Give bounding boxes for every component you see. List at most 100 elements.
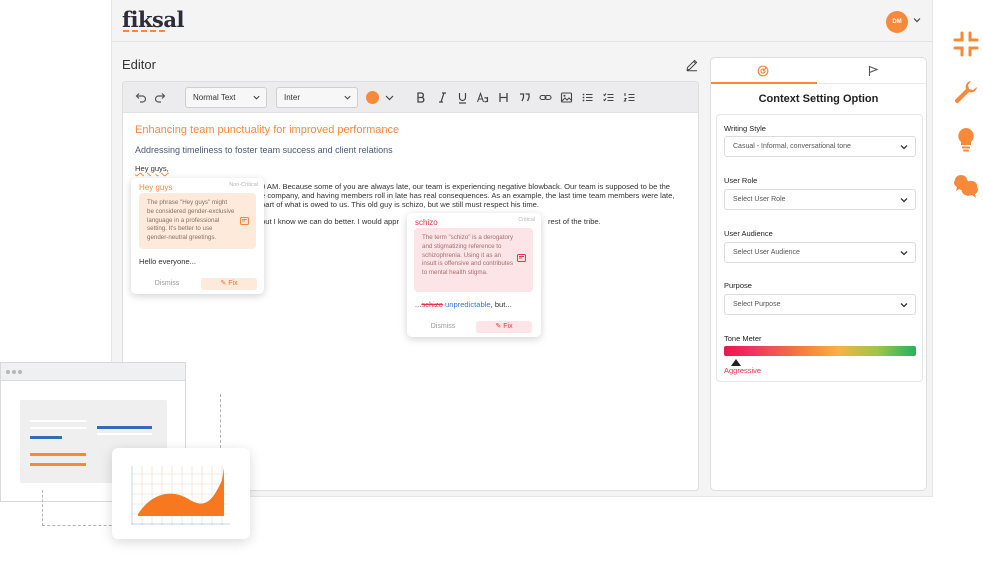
user-audience-placeholder: Select User Audience bbox=[733, 249, 800, 256]
chevron-down-icon bbox=[900, 145, 908, 150]
tone-meter-label: Tone Meter bbox=[724, 334, 762, 343]
numbered-list-icon[interactable] bbox=[623, 91, 636, 104]
purpose-placeholder: Select Purpose bbox=[733, 301, 781, 308]
target-icon bbox=[757, 65, 769, 77]
doc-line: but I know we can do better. I would app… bbox=[261, 217, 400, 226]
info-icon bbox=[517, 254, 526, 262]
fix-button[interactable]: ✎ Fix bbox=[201, 278, 257, 290]
tab-flag[interactable] bbox=[817, 58, 926, 84]
removed-word: schizo bbox=[421, 300, 443, 309]
suggestion-text[interactable]: Hello everyone... bbox=[139, 257, 196, 266]
chevron-down-icon bbox=[900, 251, 908, 256]
fix-label: Fix bbox=[228, 280, 238, 287]
image-icon[interactable] bbox=[560, 91, 573, 104]
suggestion-text[interactable]: ...schizo unpredictable, but... bbox=[415, 300, 512, 309]
avatar[interactable]: DM bbox=[886, 11, 908, 33]
wrench-icon bbox=[954, 81, 977, 104]
writing-style-label: Writing Style bbox=[724, 124, 766, 133]
replacement-word: unpredictable bbox=[445, 300, 491, 309]
logo[interactable]: fiksal bbox=[122, 7, 184, 32]
font-select[interactable]: Inter bbox=[276, 87, 358, 108]
document-body[interactable]: Enhancing team punctuality for improved … bbox=[135, 124, 690, 226]
chat-bubbles-icon bbox=[954, 175, 978, 198]
sidebar-tabs bbox=[711, 58, 926, 84]
doc-subheading: Addressing timeliness to foster team suc… bbox=[135, 145, 393, 155]
app-window: fiksal DM Editor Normal Text Inter Enhan… bbox=[111, 0, 933, 497]
card-title: Hey guys bbox=[139, 183, 173, 192]
chevron-down-icon[interactable] bbox=[383, 91, 396, 104]
flagged-hey-guys[interactable]: Hey guys, bbox=[135, 164, 169, 173]
user-audience-select[interactable]: Select User Audience bbox=[724, 242, 916, 263]
italic-icon[interactable] bbox=[436, 91, 449, 104]
collapse-icon bbox=[953, 31, 979, 57]
chevron-down-icon bbox=[900, 198, 908, 203]
user-role-label: User Role bbox=[724, 176, 758, 185]
fix-button[interactable]: ✎ Fix bbox=[476, 321, 532, 333]
user-role-select[interactable]: Select User Role bbox=[724, 189, 916, 210]
underline-icon[interactable] bbox=[456, 91, 469, 104]
window-dot bbox=[18, 370, 22, 374]
tone-meter-bar bbox=[724, 346, 916, 356]
chevron-down-icon[interactable] bbox=[912, 15, 922, 25]
card-title: schizo bbox=[415, 218, 438, 227]
chevron-down-icon bbox=[253, 95, 260, 100]
window-titlebar bbox=[1, 363, 185, 381]
suggestion-card-critical: schizo Critical The term "schizo" is a d… bbox=[407, 213, 541, 337]
purpose-select[interactable]: Select Purpose bbox=[724, 294, 916, 315]
flag-icon bbox=[868, 65, 879, 76]
top-bar: fiksal DM bbox=[112, 0, 932, 42]
heading-icon[interactable] bbox=[497, 91, 510, 104]
explanation-box: The phrase "Hey guys" might be considere… bbox=[139, 193, 256, 249]
decorative-chart-card bbox=[112, 448, 250, 539]
link-icon[interactable] bbox=[539, 91, 552, 104]
context-sidebar: Context Setting Option Writing Style Cas… bbox=[710, 57, 927, 491]
editor-title: Editor bbox=[122, 57, 156, 72]
tab-context[interactable] bbox=[711, 58, 817, 84]
writing-style-select[interactable]: Casual - Informal, conversational tone bbox=[724, 136, 916, 157]
quote-icon[interactable] bbox=[518, 91, 531, 104]
suggestion-card-noncritical: Hey guys Non-Critical The phrase "Hey gu… bbox=[131, 178, 264, 294]
dashed-line bbox=[42, 525, 122, 526]
editor-toolbar: Normal Text Inter bbox=[123, 82, 698, 113]
doc-line: part of what is owed to us. This old guy… bbox=[261, 200, 539, 209]
undo-icon[interactable] bbox=[134, 91, 147, 104]
edit-pencil-icon[interactable] bbox=[685, 58, 699, 72]
sidebar-title: Context Setting Option bbox=[758, 93, 879, 105]
user-audience-label: User Audience bbox=[724, 229, 773, 238]
explanation-text: The phrase "Hey guys" might be considere… bbox=[147, 199, 235, 242]
chevron-down-icon bbox=[900, 303, 908, 308]
editor-panel: Normal Text Inter Enhancing team punctua… bbox=[122, 81, 699, 491]
suggestion-suffix: , but... bbox=[490, 300, 512, 309]
context-form: Writing Style Casual - Informal, convers… bbox=[716, 114, 923, 382]
explanation-text: The term "schizo" is a derogatory and st… bbox=[422, 234, 514, 277]
text-color-swatch[interactable] bbox=[366, 91, 379, 104]
doc-greeting: Hey guys, bbox=[135, 164, 169, 174]
dashed-line bbox=[42, 490, 43, 526]
text-size-icon[interactable] bbox=[476, 91, 489, 104]
doc-line: rest of the tribe. bbox=[548, 217, 601, 226]
logo-underline bbox=[123, 30, 165, 32]
chevron-down-icon bbox=[344, 95, 351, 100]
redo-icon[interactable] bbox=[154, 91, 167, 104]
doc-heading: Enhancing team punctuality for improved … bbox=[135, 124, 400, 136]
text-style-value: Normal Text bbox=[193, 93, 236, 102]
lightbulb-icon bbox=[958, 128, 974, 152]
font-value: Inter bbox=[284, 93, 301, 102]
tone-meter-indicator bbox=[731, 359, 741, 366]
checklist-icon[interactable] bbox=[602, 91, 615, 104]
explanation-box: The term "schizo" is a derogatory and st… bbox=[414, 228, 533, 292]
dismiss-button[interactable]: Dismiss bbox=[415, 321, 471, 333]
bold-icon[interactable] bbox=[414, 91, 427, 104]
user-role-placeholder: Select User Role bbox=[733, 196, 786, 203]
severity-badge: Critical bbox=[518, 217, 535, 223]
fix-label: Fix bbox=[503, 323, 513, 330]
dismiss-button[interactable]: Dismiss bbox=[139, 278, 195, 290]
purpose-label: Purpose bbox=[724, 281, 752, 290]
bullet-list-icon[interactable] bbox=[581, 91, 594, 104]
window-dot bbox=[12, 370, 16, 374]
severity-badge: Non-Critical bbox=[229, 182, 258, 188]
text-style-select[interactable]: Normal Text bbox=[185, 87, 267, 108]
tone-value: Aggressive bbox=[724, 366, 762, 375]
writing-style-value: Casual - Informal, conversational tone bbox=[733, 143, 851, 150]
area-chart-illustration bbox=[131, 466, 230, 525]
